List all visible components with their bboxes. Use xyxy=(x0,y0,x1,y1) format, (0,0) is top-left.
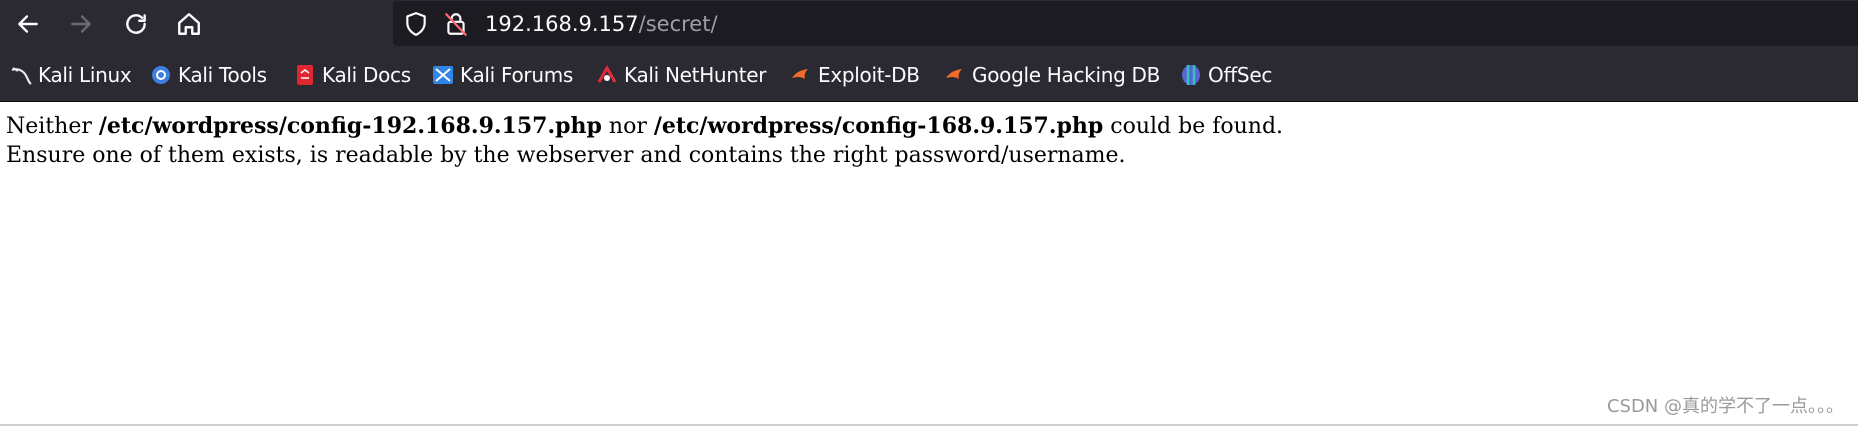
bookmark-offsec[interactable]: OffSec xyxy=(1180,62,1272,88)
kali-tools-icon xyxy=(152,66,170,84)
config-path-2: /etc/wordpress/config-168.9.157.php xyxy=(653,113,1104,139)
bookmark-label: Kali NetHunter xyxy=(624,63,767,87)
nethunter-icon xyxy=(597,64,617,83)
bookmark-kali-tools[interactable]: Kali Tools xyxy=(150,62,267,88)
shield-icon[interactable] xyxy=(403,11,429,37)
url-bar[interactable]: 192.168.9.157/secret/ xyxy=(393,1,1858,46)
browser-toolbar: 192.168.9.157/secret/ xyxy=(0,0,1858,48)
bookmark-label: Kali Forums xyxy=(460,63,574,87)
csdn-watermark: CSDN @真的学不了一点。。。 xyxy=(1606,396,1844,417)
error-line-2: Ensure one of them exists, is readable b… xyxy=(6,143,1126,168)
kali-forums-icon xyxy=(433,66,453,84)
bookmark-kali-nethunter[interactable]: Kali NetHunter xyxy=(596,62,766,88)
reload-icon xyxy=(126,14,146,34)
bookmark-google-hacking-db[interactable]: Google Hacking DB xyxy=(944,62,1160,88)
bookmark-kali-forums[interactable]: Kali Forums xyxy=(432,62,573,88)
forward-button[interactable] xyxy=(63,6,99,42)
home-icon xyxy=(178,13,200,35)
arrow-left-icon xyxy=(18,15,38,33)
bookmark-kali-linux[interactable]: Kali Linux xyxy=(10,62,132,88)
bookmark-label: Kali Tools xyxy=(178,63,267,87)
bookmark-label: OffSec xyxy=(1208,63,1273,87)
arrow-right-icon xyxy=(71,15,91,33)
page-content: Neither /etc/wordpress/config-192.168.9.… xyxy=(6,112,1846,170)
error-line-1: Neither /etc/wordpress/config-192.168.9.… xyxy=(6,112,1846,141)
reload-button[interactable] xyxy=(118,6,154,42)
url-host: 192.168.9.157 xyxy=(485,12,639,36)
text-neither: Neither xyxy=(6,114,99,139)
kali-dragon-icon xyxy=(11,67,32,85)
config-path-1: /etc/wordpress/config-192.168.9.157.php xyxy=(98,113,602,139)
bookmark-kali-docs[interactable]: Kali Docs xyxy=(294,62,411,88)
bookmark-label: Exploit-DB xyxy=(818,63,920,87)
insecure-lock-icon[interactable] xyxy=(443,11,469,37)
back-button[interactable] xyxy=(10,6,46,42)
offsec-icon xyxy=(1182,65,1200,85)
bookmarks-toolbar: Kali Linux Kali Tools Kali Docs Kali For… xyxy=(0,48,1858,102)
ghdb-icon xyxy=(946,69,962,79)
text-could-be-found: could be found. xyxy=(1103,114,1284,139)
exploit-db-icon xyxy=(792,69,808,79)
bookmark-label: Kali Linux xyxy=(38,63,132,87)
url-path: /secret/ xyxy=(638,12,718,36)
url-text[interactable]: 192.168.9.157/secret/ xyxy=(485,11,718,37)
kali-docs-icon xyxy=(297,65,313,85)
bookmark-exploit-db[interactable]: Exploit-DB xyxy=(790,62,920,88)
bookmark-label: Kali Docs xyxy=(322,63,411,87)
text-nor: nor xyxy=(601,114,654,139)
bookmark-label: Google Hacking DB xyxy=(972,63,1161,87)
home-button[interactable] xyxy=(171,6,207,42)
